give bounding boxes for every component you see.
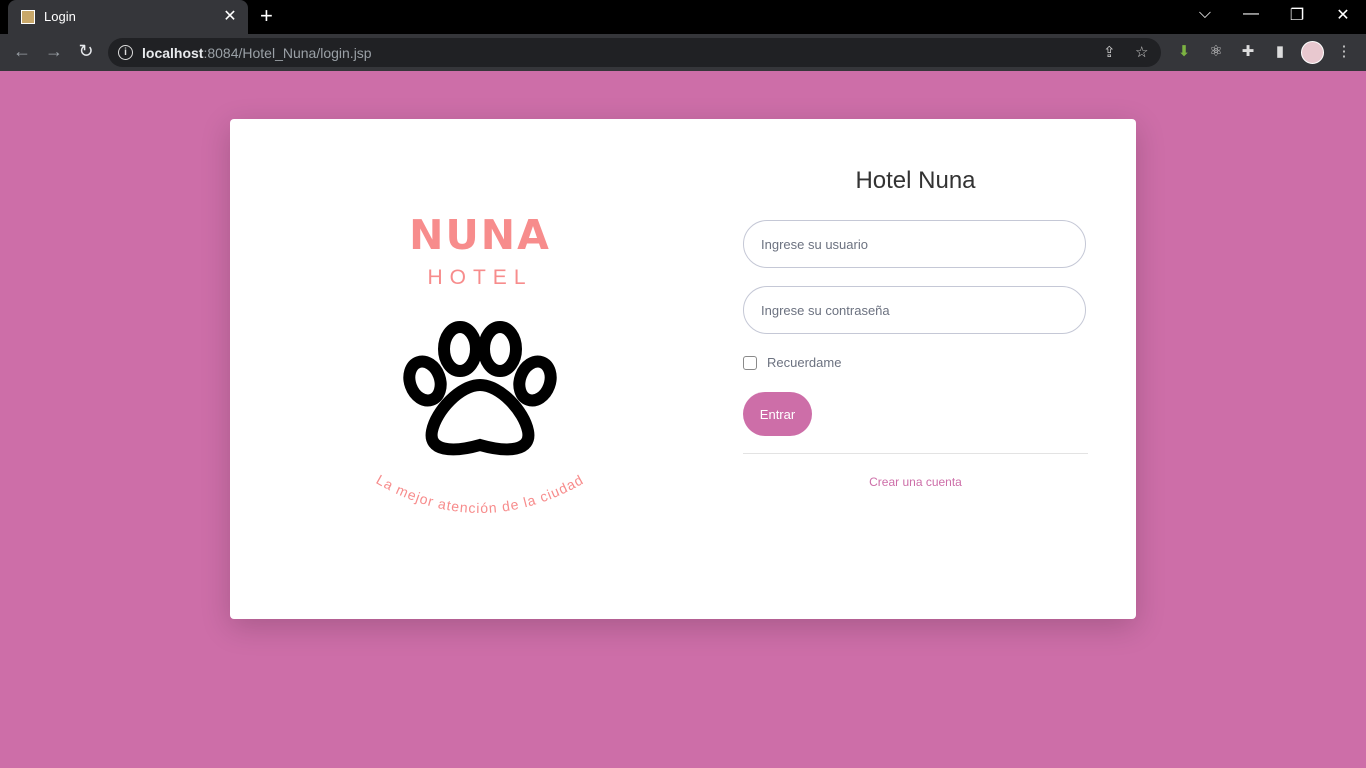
slogan-text: La mejor atención de la ciudad [374, 471, 586, 516]
username-input[interactable] [743, 220, 1086, 268]
react-devtools-icon[interactable]: ⚛ [1206, 42, 1226, 60]
back-icon[interactable]: ← [10, 41, 34, 62]
new-tab-button[interactable]: + [260, 3, 273, 29]
paw-icon [403, 321, 557, 456]
tab-search-icon[interactable]: ⌵ [1190, 5, 1220, 23]
tab-bar: Login ✕ + ⌵ — ❐ ✕ [0, 0, 1366, 34]
share-icon[interactable]: ⇪ [1103, 43, 1116, 61]
menu-kebab-icon[interactable]: ⋮ [1334, 42, 1354, 60]
extensions-puzzle-icon[interactable]: ✚ [1238, 42, 1258, 60]
site-info-icon[interactable]: i [118, 45, 133, 60]
logo-subtitle: HOTEL [427, 266, 533, 289]
create-account-link[interactable]: Crear una cuenta [743, 475, 1088, 489]
browser-toolbar: ← → ↻ i localhost:8084/Hotel_Nuna/login.… [0, 34, 1366, 71]
download-extension-icon[interactable]: ⬇ [1174, 42, 1194, 60]
bookmark-star-icon[interactable]: ☆ [1135, 43, 1148, 61]
logo-slogan: La mejor atención de la ciudad [374, 471, 587, 516]
url-text[interactable]: localhost:8084/Hotel_Nuna/login.jsp [142, 45, 372, 61]
browser-tab[interactable]: Login ✕ [8, 0, 248, 34]
logo-title: NUNA [409, 211, 551, 259]
divider [743, 453, 1088, 454]
minimize-button[interactable]: — [1236, 5, 1266, 23]
password-input[interactable] [743, 286, 1086, 334]
close-window-button[interactable]: ✕ [1328, 5, 1358, 25]
login-card: NUNA HOTEL La mejor atención de la ciuda… [230, 119, 1136, 619]
login-button[interactable]: Entrar [743, 392, 812, 436]
remember-checkbox[interactable] [743, 356, 757, 370]
reload-icon[interactable]: ↻ [74, 41, 98, 62]
remember-label[interactable]: Recuerdame [767, 355, 841, 370]
favicon-icon [21, 10, 35, 24]
restore-button[interactable]: ❐ [1282, 5, 1312, 25]
profile-avatar[interactable] [1301, 41, 1324, 64]
tab-close-icon[interactable]: ✕ [220, 6, 240, 26]
address-bar[interactable]: i localhost:8084/Hotel_Nuna/login.jsp ⇪ … [108, 38, 1161, 67]
tab-title: Login [44, 9, 76, 24]
forward-icon[interactable]: → [42, 41, 66, 62]
form-title: Hotel Nuna [855, 167, 976, 194]
svg-text:La mejor atención de la ciudad: La mejor atención de la ciudad [374, 471, 587, 516]
side-panel-icon[interactable]: ▮ [1270, 42, 1290, 60]
